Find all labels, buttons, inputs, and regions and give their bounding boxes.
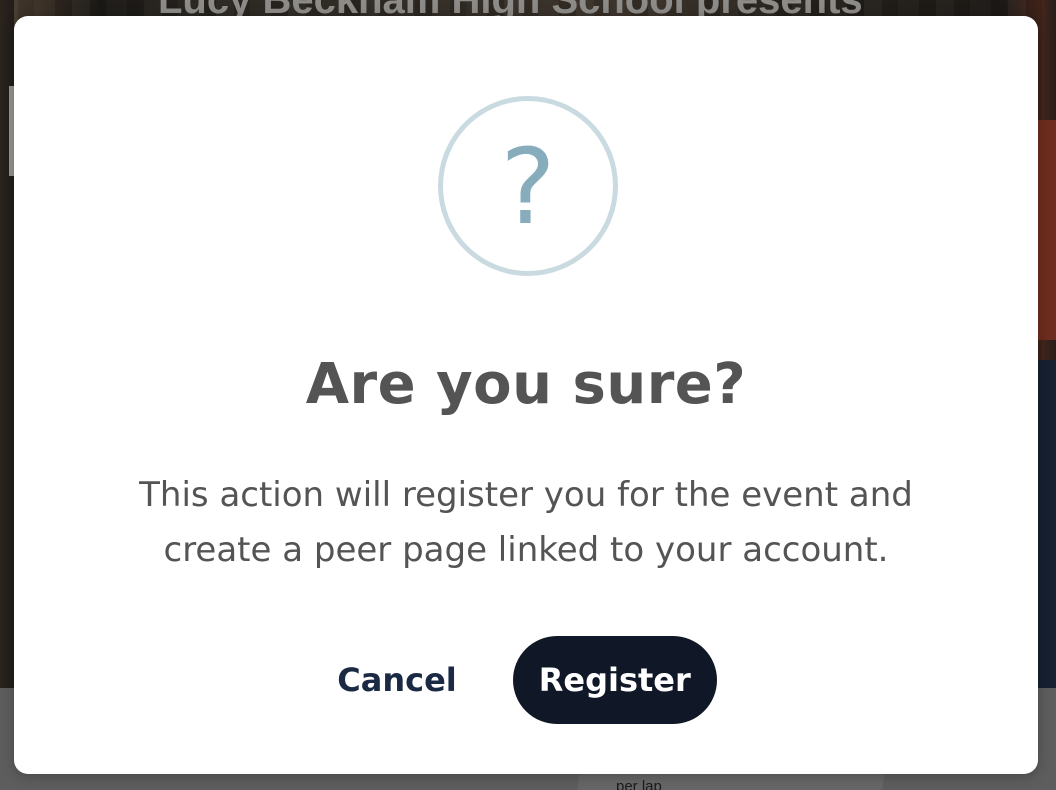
dialog-title: Are you sure? [305,352,747,417]
confirm-dialog: ? Are you sure? This action will registe… [14,16,1038,774]
cancel-button[interactable]: Cancel [335,661,459,699]
question-icon: ? [438,96,618,276]
question-mark-glyph: ? [500,126,556,248]
dialog-actions: Cancel Register [14,636,1038,724]
dialog-message: This action will register you for the ev… [139,475,913,570]
register-button[interactable]: Register [512,636,717,724]
